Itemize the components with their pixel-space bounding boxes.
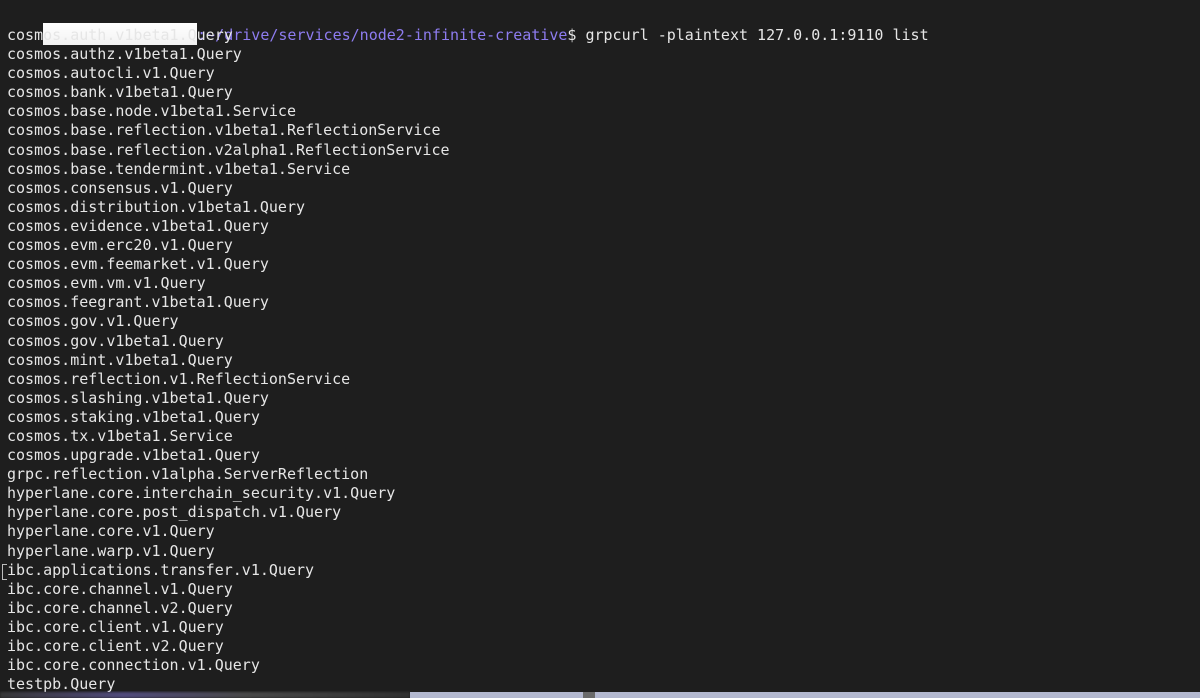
output-line: cosmos.autocli.v1.Query bbox=[7, 64, 215, 83]
output-line: cosmos.distribution.v1beta1.Query bbox=[7, 197, 306, 216]
output-line: hyperlane.warp.v1.Query bbox=[7, 541, 215, 560]
output-line: cosmos.bank.v1beta1.Query bbox=[7, 83, 233, 102]
text-selection-highlight bbox=[410, 692, 1200, 698]
output-line: cosmos.consensus.v1.Query bbox=[7, 178, 233, 197]
output-line: cosmos.gov.v1.Query bbox=[7, 312, 179, 331]
output-line: ibc.core.channel.v2.Query bbox=[7, 598, 233, 617]
output-line: ibc.core.client.v1.Query bbox=[7, 617, 224, 636]
selection-gap bbox=[583, 692, 595, 698]
output-line: ibc.core.channel.v1.Query bbox=[7, 579, 233, 598]
output-line-text: ibc.applications.transfer.v1.Query bbox=[7, 560, 315, 579]
terminal-window[interactable]: :~/drive/services/node2-infinite-creativ… bbox=[0, 0, 1200, 698]
output-line: cosmos.mint.v1beta1.Query bbox=[7, 350, 233, 369]
output-line: cosmos.evm.vm.v1.Query bbox=[7, 274, 206, 293]
output-line: cosmos.feegrant.v1beta1.Query bbox=[7, 293, 269, 312]
output-line: cosmos.staking.v1beta1.Query bbox=[7, 407, 260, 426]
output-line: cosmos.evm.feemarket.v1.Query bbox=[7, 255, 269, 274]
output-line: cosmos.reflection.v1.ReflectionService bbox=[7, 369, 351, 388]
next-prompt-line bbox=[0, 691, 1200, 698]
output-line: cosmos.auth.v1beta1.Query bbox=[7, 26, 233, 44]
previous-output-line bbox=[0, 0, 1200, 7]
output-line: grpc.reflection.v1alpha.ServerReflection bbox=[7, 465, 369, 484]
output-line: cosmos.base.tendermint.v1beta1.Service bbox=[7, 159, 351, 178]
command-prompt-line: :~/drive/services/node2-infinite-creativ… bbox=[0, 7, 1200, 46]
output-line: cosmos.tx.v1beta1.Service bbox=[7, 426, 233, 445]
output-line: cosmos.evidence.v1beta1.Query bbox=[7, 216, 269, 235]
output-line: hyperlane.core.interchain_security.v1.Qu… bbox=[7, 484, 396, 503]
output-line: cosmos.upgrade.v1beta1.Query bbox=[7, 446, 260, 465]
output-line: cosmos.evm.erc20.v1.Query bbox=[7, 236, 233, 255]
output-line: cosmos.base.reflection.v1beta1.Reflectio… bbox=[7, 121, 441, 140]
output-line: cosmos.base.reflection.v2alpha1.Reflecti… bbox=[7, 140, 450, 159]
output-line: cosmos.slashing.v1beta1.Query bbox=[7, 388, 269, 407]
output-line: hyperlane.core.v1.Query bbox=[7, 522, 215, 541]
output-line: cosmos.base.node.v1beta1.Service bbox=[7, 102, 296, 121]
output-line: hyperlane.core.post_dispatch.v1.Query bbox=[7, 503, 342, 522]
command-output: cosmos.auth.v1beta1.Query cosmos.authz.v1… bbox=[0, 26, 1200, 694]
output-line: ibc.core.connection.v1.Query bbox=[7, 656, 260, 675]
output-line: cosmos.gov.v1beta1.Query bbox=[7, 331, 224, 350]
blurred-prompt bbox=[0, 692, 410, 698]
output-line: ibc.core.client.v2.Query bbox=[7, 637, 224, 655]
output-line: cosmos.authz.v1beta1.Query bbox=[7, 45, 242, 64]
text-cursor-marker bbox=[2, 563, 7, 580]
output-line: ibc.applications.transfer.v1.Query bbox=[0, 561, 1200, 580]
